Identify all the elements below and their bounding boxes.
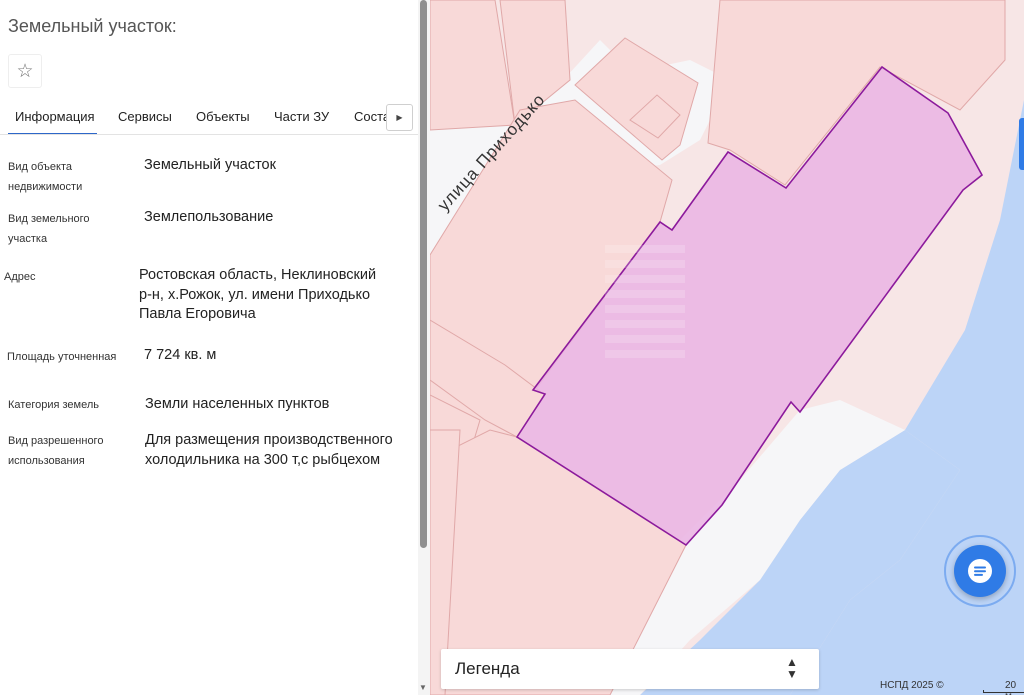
tab-services[interactable]: Сервисы <box>118 100 172 134</box>
chat-bubble-icon <box>968 559 992 583</box>
property-label-object-type: Вид объекта недвижимости <box>8 161 83 193</box>
legend-dropdown[interactable]: Легенда ▲ ▼ <box>441 649 819 689</box>
property-value-object-type: Земельный участок <box>144 157 276 173</box>
property-value-area: 7 724 кв. м <box>144 347 217 363</box>
star-outline-icon: ☆ <box>16 60 34 82</box>
property-label-area: Площадь уточненная <box>7 351 117 363</box>
info-panel: Земельный участок: ☆ Информация Сервисы … <box>0 0 418 695</box>
tabs-scroll-right-button[interactable]: ▶ <box>386 104 413 131</box>
property-label-permitted-use: Вид разрешенного использования <box>8 435 104 467</box>
chevron-up-down-icon: ▲ ▼ <box>786 655 798 681</box>
panel-title: Земельный участок: <box>8 16 177 36</box>
chevron-right-icon: ▶ <box>396 113 403 122</box>
property-value-land-category: Земли населенных пунктов <box>145 396 330 412</box>
property-value-parcel-type: Землепользование <box>144 209 274 225</box>
panel-scrollbar-thumb[interactable] <box>420 0 427 548</box>
tab-parts[interactable]: Части ЗУ <box>274 100 329 134</box>
map-scale-bar <box>983 690 1024 693</box>
scroll-down-icon[interactable]: ▼ <box>419 683 427 692</box>
tab-information[interactable]: Информация <box>8 100 97 134</box>
legend-label: Легенда <box>455 659 520 678</box>
map-view[interactable]: улица Приходько <box>430 0 1024 695</box>
property-label-parcel-type: Вид земельного участка <box>8 213 90 245</box>
property-value-address: Ростовская область, Неклиновский р-н, х.… <box>139 267 377 322</box>
map-attribution: НСПД 2025 © <box>880 680 944 691</box>
property-label-land-category: Категория земель <box>8 399 99 411</box>
tab-objects[interactable]: Объекты <box>196 100 250 134</box>
tab-composition[interactable]: Соста <box>354 100 390 134</box>
favorite-button[interactable]: ☆ <box>8 54 42 88</box>
property-label-address: Адрес <box>4 271 36 283</box>
map-side-control[interactable] <box>1019 118 1024 170</box>
chat-button[interactable] <box>954 545 1006 597</box>
map-canvas: улица Приходько <box>430 0 1024 695</box>
tab-bar: Информация Сервисы Объекты Части ЗУ Сост… <box>0 100 418 135</box>
property-value-permitted-use: Для размещения производственного холодил… <box>145 432 393 468</box>
